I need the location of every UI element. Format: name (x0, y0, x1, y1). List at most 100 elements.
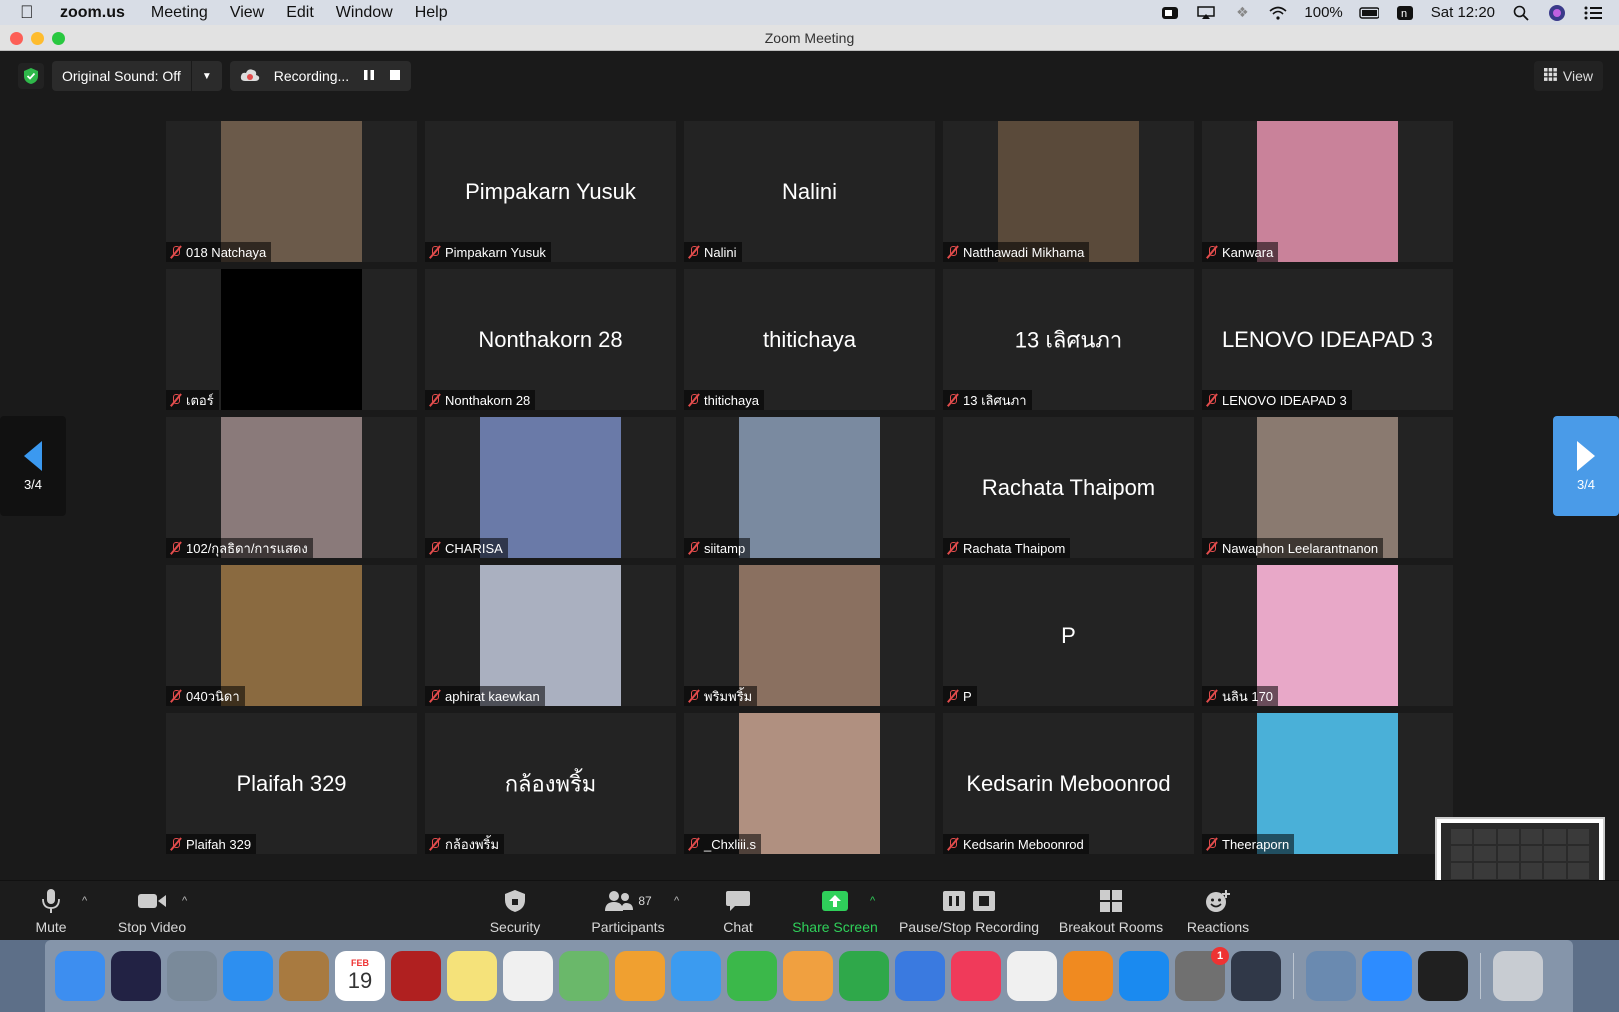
safari-icon[interactable] (223, 951, 273, 1001)
participant-tile[interactable]: siitamp (684, 417, 935, 558)
participants-options-chevron-icon[interactable]: ^ (674, 895, 679, 907)
books-icon[interactable] (1063, 951, 1113, 1001)
reminders-icon[interactable] (503, 951, 553, 1001)
zoom-status-icon[interactable] (1160, 4, 1180, 22)
participant-tile[interactable]: 040วนิดา (166, 565, 417, 706)
input-source-icon[interactable]: n (1395, 4, 1415, 22)
participants-button[interactable]: 87 Participants (588, 881, 668, 941)
participant-tile[interactable]: LENOVO IDEAPAD 3 LENOVO IDEAPAD 3 (1202, 269, 1453, 410)
siri-icon[interactable] (1547, 4, 1567, 22)
notes-icon[interactable] (447, 951, 497, 1001)
participant-tile[interactable]: aphirat kaewkan (425, 565, 676, 706)
chevron-down-icon[interactable]: ▼ (202, 71, 212, 82)
finder-icon[interactable] (55, 951, 105, 1001)
menu-meeting[interactable]: Meeting (151, 4, 208, 22)
menu-clock[interactable]: Sat 12:20 (1431, 4, 1495, 21)
bluetooth-icon[interactable]: ❖ (1232, 4, 1252, 22)
share-screen-button[interactable]: Share Screen (792, 881, 878, 941)
photos-icon[interactable] (615, 951, 665, 1001)
app-store-icon[interactable] (1119, 951, 1169, 1001)
participant-tile[interactable]: กล้องพริ้ม กล้องพริ้ม (425, 713, 676, 854)
keynote-icon[interactable] (895, 951, 945, 1001)
messages-icon[interactable] (671, 951, 721, 1001)
reactions-button[interactable]: Reactions (1186, 881, 1250, 941)
participant-tile[interactable]: 13 เลิศนภา 13 เลิศนภา (943, 269, 1194, 410)
participant-tile[interactable]: Natthawadi Mikhama (943, 121, 1194, 262)
participant-tile[interactable]: นลิน 170 (1202, 565, 1453, 706)
siri-icon[interactable] (111, 951, 161, 1001)
participant-video (1257, 565, 1398, 706)
microphone-icon (41, 888, 61, 914)
piano-icon[interactable] (1418, 951, 1468, 1001)
battery-icon[interactable] (1359, 4, 1379, 22)
participant-tile[interactable]: Plaifah 329 Plaifah 329 (166, 713, 417, 854)
participant-tile[interactable]: Theeraporn (1202, 713, 1453, 854)
pause-stop-recording-button[interactable]: Pause/Stop Recording (898, 881, 1040, 941)
menu-window[interactable]: Window (336, 4, 393, 22)
previous-page-button[interactable]: 3/4 (0, 416, 66, 516)
wifi-icon[interactable] (1268, 4, 1288, 22)
menu-help[interactable]: Help (415, 4, 448, 22)
pause-recording-icon[interactable] (363, 68, 375, 84)
participant-tile[interactable]: thitichaya thitichaya (684, 269, 935, 410)
breakout-rooms-label: Breakout Rooms (1058, 918, 1164, 935)
photo-booth-icon[interactable] (391, 951, 441, 1001)
notification-center-icon[interactable] (1583, 4, 1603, 22)
audio-options-chevron-icon[interactable]: ^ (82, 895, 87, 907)
pages-icon[interactable] (783, 951, 833, 1001)
participant-tile[interactable]: 102/กุลธิดา/การแสดง (166, 417, 417, 558)
spotlight-search-icon[interactable] (1511, 4, 1531, 22)
next-page-button[interactable]: 3/4 (1553, 416, 1619, 516)
mute-button[interactable]: Mute (28, 881, 74, 941)
stop-video-button[interactable]: Stop Video (114, 881, 190, 941)
participant-tile[interactable]: _Chxliii.s (684, 713, 935, 854)
participant-tile[interactable]: Kanwara (1202, 121, 1453, 262)
maps-icon[interactable] (559, 951, 609, 1001)
breakout-rooms-icon (1099, 888, 1123, 914)
trash-icon[interactable] (1493, 951, 1543, 1001)
facetime-icon[interactable] (727, 951, 777, 1001)
participant-display-name: Plaifah 329 (236, 770, 347, 796)
breakout-rooms-button[interactable]: Breakout Rooms (1058, 881, 1164, 941)
preview-icon[interactable] (1306, 951, 1356, 1001)
menu-app-name[interactable]: zoom.us (60, 4, 125, 22)
chat-button[interactable]: Chat (718, 881, 758, 941)
zoom-icon[interactable] (1362, 951, 1412, 1001)
calendar-icon[interactable]: FEB 19 (335, 951, 385, 1001)
participant-tile[interactable]: เตอร์ (166, 269, 417, 410)
notebook-icon[interactable] (279, 951, 329, 1001)
participant-tile[interactable]: PP (943, 565, 1194, 706)
participant-tile[interactable]: Rachata Thaipom Rachata Thaipom (943, 417, 1194, 558)
encryption-shield-icon[interactable] (18, 63, 44, 89)
menu-view[interactable]: View (230, 4, 264, 22)
participant-tile[interactable]: Pimpakarn Yusuk Pimpakarn Yusuk (425, 121, 676, 262)
muted-microphone-icon (170, 541, 182, 555)
participant-tile[interactable]: พริมพริ้ม (684, 565, 935, 706)
arrow-right-icon (1577, 440, 1595, 471)
numbers-icon[interactable] (839, 951, 889, 1001)
share-options-chevron-icon[interactable]: ^ (870, 895, 875, 907)
participant-display-name: กล้องพริ้ม (504, 771, 597, 796)
launchpad-icon[interactable] (167, 951, 217, 1001)
music-icon[interactable] (951, 951, 1001, 1001)
apple-menu-icon[interactable]:  (20, 2, 42, 23)
participant-tile[interactable]: 018 Natchaya (166, 121, 417, 262)
participant-name-label: CHARISA (425, 538, 508, 558)
chrome-icon[interactable] (1007, 951, 1057, 1001)
smiley-plus-icon (1205, 888, 1231, 914)
participant-tile[interactable]: Nonthakorn 28 Nonthakorn 28 (425, 269, 676, 410)
quicktime-icon[interactable] (1231, 951, 1281, 1001)
video-options-chevron-icon[interactable]: ^ (182, 895, 187, 907)
view-button[interactable]: View (1533, 61, 1603, 91)
participant-tile[interactable]: CHARISA (425, 417, 676, 558)
view-label: View (1562, 68, 1593, 84)
airplay-icon[interactable] (1196, 4, 1216, 22)
security-button[interactable]: Security (484, 881, 546, 941)
participant-tile[interactable]: Nawaphon Leelarantnanon (1202, 417, 1453, 558)
original-sound-toggle[interactable]: Original Sound: Off ▼ (52, 61, 222, 91)
stop-recording-icon[interactable] (389, 68, 401, 84)
participant-tile[interactable]: Kedsarin Meboonrod Kedsarin Meboonrod (943, 713, 1194, 854)
system-preferences-icon[interactable]: 1 (1175, 947, 1229, 1001)
participant-tile[interactable]: Nalini Nalini (684, 121, 935, 262)
menu-edit[interactable]: Edit (286, 4, 314, 22)
